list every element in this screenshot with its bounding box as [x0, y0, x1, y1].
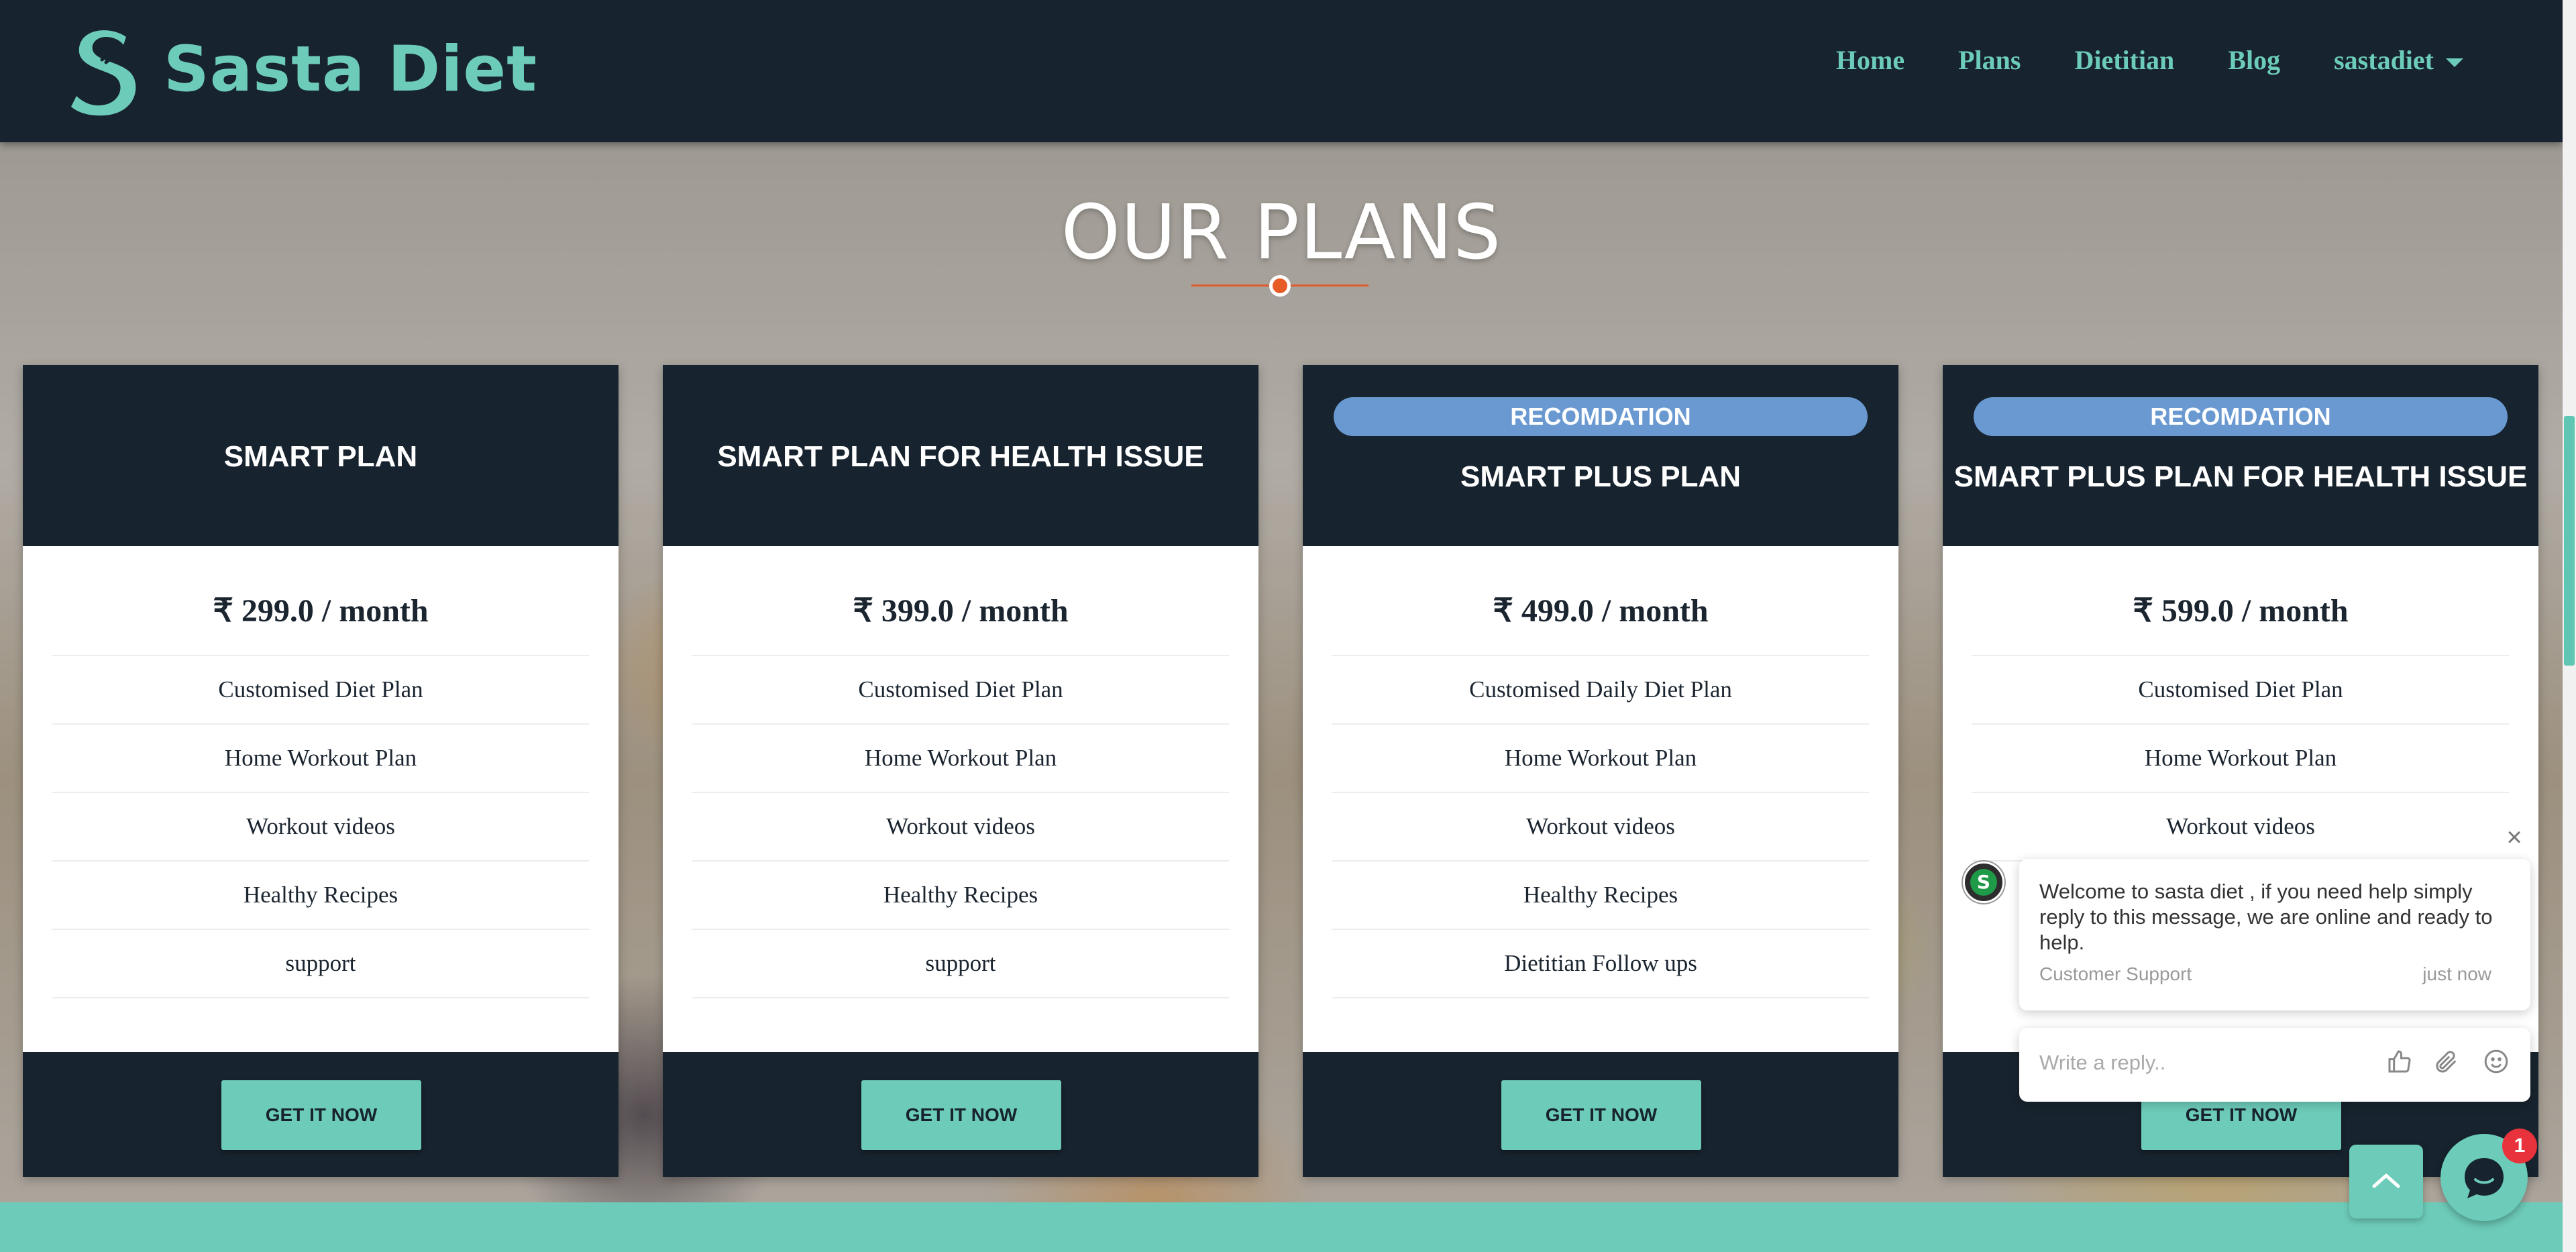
nav-dietitian[interactable]: Dietitian: [2074, 44, 2174, 76]
plan-title: SMART PLAN FOR HEALTH ISSUE: [717, 440, 1204, 473]
plan-feature: Workout videos: [52, 793, 589, 862]
plan-price: ₹ 399.0 / month: [853, 593, 1069, 629]
plan-feature: support: [52, 930, 589, 998]
nav-home[interactable]: Home: [1836, 44, 1904, 76]
plan-feature: Workout videos: [692, 793, 1229, 862]
logo-icon: [71, 30, 136, 116]
plan-card-footer: GET IT NOW: [23, 1052, 619, 1177]
user-name: sastadiet: [2334, 45, 2434, 75]
plan-title: SMART PLUS PLAN FOR HEALTH ISSUE: [1953, 460, 2528, 493]
thumbs-up-icon[interactable]: [2384, 1048, 2415, 1079]
plan-feature: Home Workout Plan: [52, 725, 589, 793]
chat-message-bubble[interactable]: Welcome to sasta diet , if you need help…: [2019, 859, 2530, 1010]
plan-feature: Customised Diet Plan: [692, 656, 1229, 725]
brand-logo[interactable]: Sasta Diet: [64, 19, 537, 119]
plan-price: ₹ 599.0 / month: [2133, 593, 2349, 629]
plan-card-header: RECOMDATION SMART PLUS PLAN: [1303, 365, 1898, 546]
emoji-icon[interactable]: [2481, 1048, 2512, 1079]
recommendation-badge: RECOMDATION: [1334, 397, 1868, 436]
chat-timestamp: just now: [2422, 963, 2491, 984]
plan-feature: Home Workout Plan: [1332, 725, 1869, 793]
chevron-down-icon: [2446, 58, 2463, 68]
plan-card: RECOMDATION SMART PLUS PLAN ₹ 499.0 / mo…: [1303, 365, 1898, 1177]
scroll-to-top-button[interactable]: [2349, 1145, 2423, 1218]
plan-price: ₹ 299.0 / month: [213, 593, 429, 629]
scrollbar-thumb[interactable]: [2564, 416, 2575, 666]
plan-features: Customised Diet Plan Home Workout Plan W…: [52, 655, 589, 998]
plan-feature: Home Workout Plan: [692, 725, 1229, 793]
plan-feature: support: [692, 930, 1229, 998]
plan-feature: Customised Diet Plan: [1972, 656, 2509, 725]
get-it-now-button[interactable]: GET IT NOW: [221, 1080, 421, 1150]
chat-icon: [2465, 1158, 2504, 1198]
plan-card-footer: GET IT NOW: [1303, 1052, 1898, 1177]
plan-card-header: SMART PLAN: [23, 365, 619, 546]
get-it-now-button[interactable]: GET IT NOW: [1501, 1080, 1701, 1150]
plan-card: SMART PLAN FOR HEALTH ISSUE ₹ 399.0 / mo…: [663, 365, 1258, 1177]
user-menu-dropdown[interactable]: sastadiet: [2334, 44, 2463, 76]
chevron-up-icon: [2372, 1173, 2400, 1188]
chat-sender: Customer Support: [2039, 963, 2192, 984]
plan-price: ₹ 499.0 / month: [1493, 593, 1709, 629]
recommendation-badge: RECOMDATION: [1974, 397, 2508, 436]
chat-reply-box[interactable]: Write a reply..: [2019, 1028, 2530, 1102]
close-icon[interactable]: ×: [2501, 824, 2528, 851]
plan-card-header: RECOMDATION SMART PLUS PLAN FOR HEALTH I…: [1943, 365, 2538, 546]
plan-feature: Customised Daily Diet Plan: [1332, 656, 1869, 725]
navbar: Sasta Diet Home Plans Dietitian Blog sas…: [0, 0, 2563, 142]
agent-avatar: S: [1963, 862, 2004, 903]
plan-features: Customised Daily Diet Plan Home Workout …: [1332, 655, 1869, 998]
chat-message-text: Welcome to sasta diet , if you need help…: [2039, 880, 2493, 954]
plan-feature: Customised Diet Plan: [52, 656, 589, 725]
plan-feature: Dietitian Follow ups: [1332, 930, 1869, 998]
plan-feature: Workout videos: [1332, 793, 1869, 862]
plan-card-header: SMART PLAN FOR HEALTH ISSUE: [663, 365, 1258, 546]
page-title: OUR PLANS: [1061, 189, 1502, 276]
plan-title: SMART PLUS PLAN: [1460, 460, 1741, 493]
plan-features: Customised Diet Plan Home Workout Plan W…: [692, 655, 1229, 998]
avatar-letter: S: [1970, 869, 1997, 896]
chat-reply-input[interactable]: Write a reply..: [2039, 1051, 2165, 1075]
plan-features: Customised Diet Plan Home Workout Plan W…: [1972, 655, 2509, 862]
plan-feature: Home Workout Plan: [1972, 725, 2509, 793]
plan-title: SMART PLAN: [223, 440, 418, 473]
footer-band: [0, 1202, 2563, 1252]
plan-card-footer: GET IT NOW: [663, 1052, 1258, 1177]
title-divider-dot: [1269, 275, 1291, 297]
plan-feature: Healthy Recipes: [1332, 862, 1869, 930]
nav-blog[interactable]: Blog: [2228, 44, 2280, 76]
nav-plans[interactable]: Plans: [1958, 44, 2021, 76]
paperclip-icon[interactable]: [2431, 1048, 2462, 1079]
plan-feature: Workout videos: [1972, 793, 2509, 862]
plan-feature: Healthy Recipes: [692, 862, 1229, 930]
main-nav: Home Plans Dietitian Blog sastadiet: [1836, 44, 2463, 76]
brand-name: Sasta Diet: [164, 32, 538, 106]
get-it-now-button[interactable]: GET IT NOW: [861, 1080, 1061, 1150]
plan-card: SMART PLAN ₹ 299.0 / month Customised Di…: [23, 365, 619, 1177]
plan-feature: Healthy Recipes: [52, 862, 589, 930]
unread-count-badge: 1: [2502, 1129, 2537, 1163]
